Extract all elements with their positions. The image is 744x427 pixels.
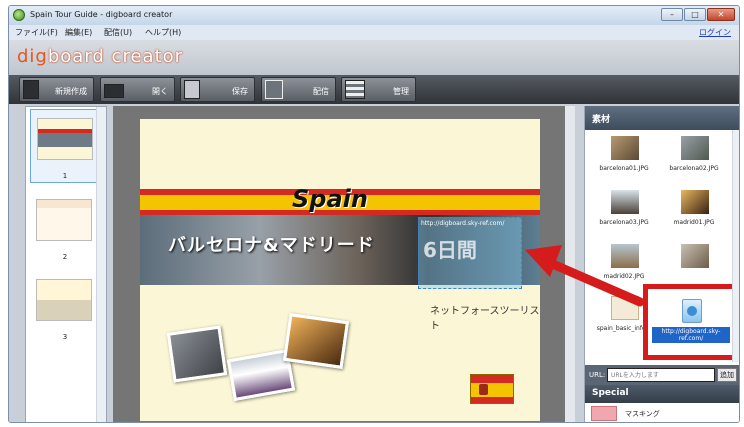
app-icon: [13, 9, 25, 21]
title-bar: Spain Tour Guide - digboard creator – □ …: [9, 6, 739, 25]
menu-edit[interactable]: 編集(E): [65, 27, 92, 38]
asset-label: barcelona02.JPG: [669, 165, 719, 172]
asset-item[interactable]: barcelona03.JPG: [593, 190, 655, 238]
app-window: Spain Tour Guide - digboard creator – □ …: [8, 5, 740, 423]
asset-item[interactable]: madrid01.JPG: [663, 190, 725, 238]
special-item-masking[interactable]: マスキング: [585, 403, 739, 422]
slide-preview-image: [36, 199, 92, 241]
asset-label: madrid02.JPG: [603, 273, 645, 280]
new-button-label: 新規作成: [55, 87, 87, 96]
link-url: http://digboard.sky-ref.com/: [421, 220, 505, 227]
special-item-label: マスキング: [625, 410, 660, 418]
new-document-icon: [23, 80, 39, 99]
spain-flag-image[interactable]: [470, 374, 514, 404]
assets-panel: 素材 barcelona01.JPG barcelona02.JPG barce…: [584, 106, 739, 422]
distribute-button-label: 配信: [313, 87, 329, 96]
open-button-label: 開く: [152, 87, 168, 96]
url-row: URL: 追加: [585, 365, 739, 385]
slide-preview-image: [37, 118, 93, 160]
manage-button[interactable]: 管理: [341, 77, 416, 102]
asset-thumbnail: [611, 190, 639, 214]
web-link-icon: [682, 299, 702, 323]
monitor-icon: [265, 80, 283, 99]
thumbnail-scrollbar[interactable]: [96, 107, 106, 422]
banner-text[interactable]: バルセロナ&マドリード: [168, 231, 375, 257]
web-asset-label: http://digboard.sky-ref.com/: [652, 327, 730, 343]
menu-distribute[interactable]: 配信(U): [104, 27, 132, 38]
slide-page: Spain バルセロナ&マドリード http://digboard.sky-re…: [140, 119, 540, 421]
asset-thumbnail: [611, 136, 639, 160]
asset-item[interactable]: barcelona02.JPG: [663, 136, 725, 184]
canvas-scrollbar[interactable]: [565, 106, 575, 422]
masking-swatch: [591, 406, 617, 421]
url-input[interactable]: [607, 368, 715, 382]
days-text: 6日間: [423, 238, 477, 262]
slide-preview-image: [36, 279, 92, 321]
app-logo: digboard creator: [17, 46, 183, 67]
url-label: URL:: [589, 371, 606, 379]
manage-button-label: 管理: [393, 87, 409, 96]
menu-bar: ファイル(F) 編集(E) 配信(U) ヘルプ(H) ログイン: [9, 25, 739, 40]
menu-help[interactable]: ヘルプ(H): [145, 27, 181, 38]
toolbar: 新規作成 開く 保存 配信 管理: [9, 75, 739, 104]
asset-thumbnail: [681, 190, 709, 214]
close-button[interactable]: ✕: [707, 8, 735, 21]
assets-scrollbar[interactable]: [732, 130, 739, 362]
photo-night[interactable]: [282, 313, 350, 369]
window-controls: – □ ✕: [661, 8, 735, 21]
maximize-button[interactable]: □: [684, 8, 706, 21]
add-url-button[interactable]: 追加: [717, 368, 737, 382]
asset-label: madrid01.JPG: [673, 219, 715, 226]
link-object[interactable]: http://digboard.sky-ref.com/ 6日間: [418, 217, 522, 289]
asset-thumbnail: [681, 136, 709, 160]
slide-canvas: Spain バルセロナ&マドリード http://digboard.sky-re…: [113, 106, 575, 422]
slide-thumbnail[interactable]: 2: [30, 191, 100, 265]
asset-label: barcelona03.JPG: [599, 219, 649, 226]
save-icon: [184, 80, 200, 99]
asset-item[interactable]: barcelona01.JPG: [593, 136, 655, 184]
new-button[interactable]: 新規作成: [19, 77, 94, 102]
window-title: Spain Tour Guide - digboard creator: [30, 10, 173, 19]
logo-prefix: dig: [17, 46, 48, 67]
slide-number: 2: [62, 253, 68, 261]
workspace: 1 2 3 Spain バルセロナ&マドリード http://digboard.…: [9, 104, 739, 422]
login-link[interactable]: ログイン: [699, 27, 731, 38]
asset-thumbnail: [681, 244, 709, 268]
menu-file[interactable]: ファイル(F): [15, 27, 58, 38]
document-icon: [611, 296, 639, 320]
minimize-button[interactable]: –: [661, 8, 683, 21]
flag-crest-icon: [479, 384, 488, 395]
slide-title[interactable]: Spain: [292, 185, 368, 213]
open-button[interactable]: 開く: [100, 77, 175, 102]
agency-name[interactable]: ネットフォースツーリスト: [430, 302, 540, 332]
slide-thumbnail[interactable]: 3: [30, 271, 100, 345]
highlighted-web-asset[interactable]: http://digboard.sky-ref.com/: [643, 284, 739, 360]
save-button-label: 保存: [232, 87, 248, 96]
special-section-title: Special: [585, 385, 739, 403]
slide-thumbnail-panel: 1 2 3: [25, 106, 107, 422]
photo-street[interactable]: [166, 325, 228, 383]
slide-thumbnail[interactable]: 1: [30, 109, 100, 183]
save-button[interactable]: 保存: [180, 77, 255, 102]
logo-rest: board creator: [47, 46, 184, 67]
brand-bar: digboard creator: [9, 40, 739, 80]
slide-number: 3: [62, 333, 68, 341]
distribute-button[interactable]: 配信: [261, 77, 336, 102]
list-icon: [345, 80, 365, 99]
folder-icon: [104, 84, 124, 98]
asset-label: barcelona01.JPG: [599, 165, 649, 172]
slide-number: 1: [62, 172, 68, 180]
asset-thumbnail: [611, 244, 639, 268]
assets-panel-title: 素材: [585, 106, 739, 130]
